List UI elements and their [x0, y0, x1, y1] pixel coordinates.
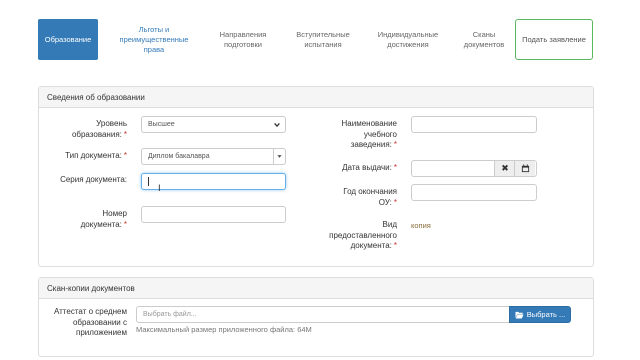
- issue-date-label: Дата выдачи: *: [342, 163, 397, 172]
- graduation-year-input[interactable]: [411, 184, 537, 201]
- tab-benefits[interactable]: Льготы и преимущественные права: [114, 19, 194, 60]
- button-label: Выбрать ...: [526, 310, 566, 319]
- provided-kind-value[interactable]: копия: [411, 221, 431, 230]
- institution-input[interactable]: [411, 116, 537, 133]
- tab-entrance-exams[interactable]: Вступительные испытания: [290, 19, 356, 60]
- document-type-combobox[interactable]: Диплом бакалавра: [141, 148, 286, 165]
- caret-down-icon: [277, 155, 282, 158]
- text-cursor: [148, 177, 149, 186]
- tab-label: Льготы и преимущественные права: [119, 24, 189, 54]
- education-panel: Сведения об образовании Уровень образова…: [38, 86, 594, 267]
- choose-file-button[interactable]: Выбрать ...: [509, 306, 571, 323]
- education-level-select[interactable]: Высшее: [141, 116, 286, 133]
- institution-label: Наименование учебного заведения: *: [341, 119, 397, 149]
- folder-open-icon: [515, 311, 524, 319]
- required-mark: *: [123, 219, 127, 229]
- required-mark: *: [393, 163, 397, 172]
- tab-label: Направления подготовки: [219, 29, 267, 49]
- tab-label: Образование: [44, 34, 92, 44]
- required-mark: *: [393, 241, 397, 250]
- document-series-input[interactable]: [141, 173, 286, 190]
- provided-kind-label: Вид предоставленного документа: *: [329, 220, 397, 250]
- attestat-label: Аттестат о среднем образовании с приложе…: [53, 307, 127, 337]
- required-mark: *: [393, 197, 397, 207]
- attestat-file-input[interactable]: Выбрать файл...: [136, 306, 510, 323]
- tab-achievements[interactable]: Индивидуальные достижения: [372, 19, 444, 60]
- series-label: Серия документа:: [60, 175, 127, 184]
- max-size-hint: Максимальный размер приложенного файла: …: [136, 325, 312, 334]
- select-value: Диплом бакалавра: [148, 153, 210, 160]
- calendar-button[interactable]: [514, 161, 535, 176]
- document-number-input[interactable]: [141, 206, 286, 223]
- scans-panel: Скан-копии документов Аттестат о среднем…: [38, 277, 594, 357]
- tab-submit-application[interactable]: Подать заявление: [515, 19, 593, 60]
- tab-label: Подать заявление: [522, 34, 586, 44]
- panel-title: Сведения об образовании: [47, 92, 145, 102]
- tab-directions[interactable]: Направления подготовки: [210, 19, 276, 60]
- issue-date-picker[interactable]: ✖: [411, 160, 537, 177]
- tab-scans[interactable]: Сканы документов: [458, 19, 510, 60]
- panel-heading: Скан-копии документов: [39, 278, 593, 299]
- required-mark: *: [123, 151, 127, 160]
- number-label: Номер документа: *: [80, 209, 127, 229]
- panel-title: Скан-копии документов: [47, 283, 135, 293]
- level-label: Уровень образования: *: [71, 119, 127, 139]
- mouse-ibeam-cursor: I: [158, 184, 161, 194]
- tab-label: Сканы документов: [463, 29, 505, 49]
- panel-heading: Сведения об образовании: [39, 87, 593, 108]
- tab-label: Индивидуальные достижения: [377, 29, 439, 49]
- progress-tabs: Образование Льготы и преимущественные пр…: [38, 19, 594, 60]
- tab-education[interactable]: Образование: [38, 19, 98, 60]
- doc-type-label: Тип документа: *: [65, 151, 127, 160]
- clear-date-button[interactable]: ✖: [494, 161, 515, 176]
- close-icon: ✖: [501, 163, 509, 173]
- combobox-toggle[interactable]: [273, 149, 285, 164]
- calendar-icon: [521, 164, 529, 173]
- tab-label: Вступительные испытания: [296, 29, 350, 49]
- grad-year-label: Год окончания ОУ: *: [343, 187, 397, 207]
- select-value: Высшее: [148, 121, 175, 128]
- required-mark: *: [393, 140, 397, 149]
- required-mark: *: [123, 129, 127, 139]
- file-placeholder: Выбрать файл...: [143, 311, 197, 318]
- chevron-down-icon: [274, 122, 280, 128]
